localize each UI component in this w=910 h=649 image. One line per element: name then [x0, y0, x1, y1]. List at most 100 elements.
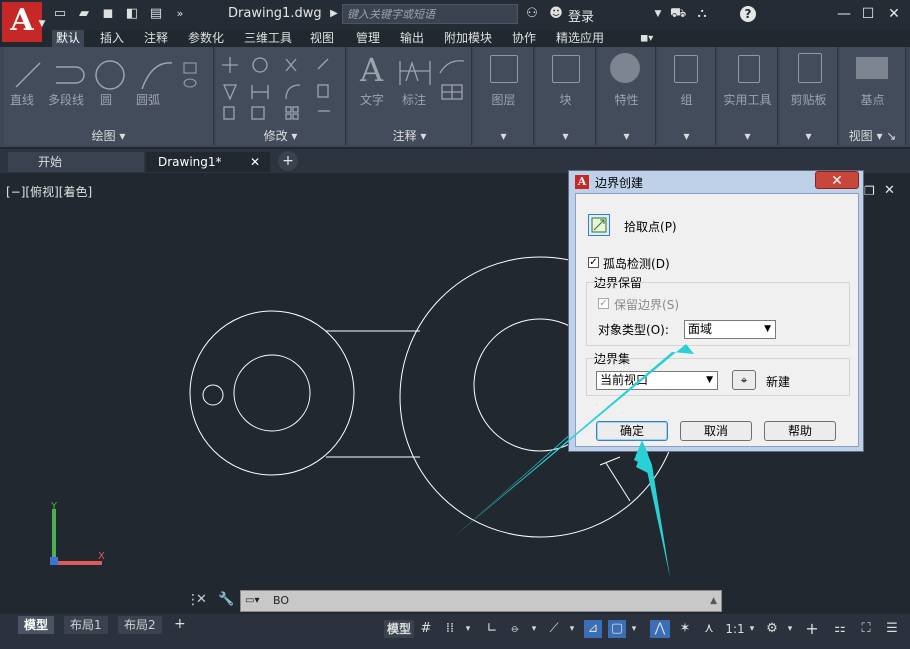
layers-panel[interactable]: 图层 ▾ — [474, 47, 534, 145]
tab-layout2[interactable]: 布局2 — [118, 616, 162, 634]
view-panel-title[interactable]: 视图 — [849, 129, 873, 143]
command-prompt-icon[interactable]: ▭▾ — [245, 591, 259, 611]
polar-arrow-icon[interactable]: ▾ — [528, 620, 540, 638]
dimension-tool[interactable]: 标注 — [402, 91, 426, 108]
close-window-icon[interactable]: ✕ — [884, 4, 904, 24]
dimension-tool-icon[interactable] — [398, 57, 432, 87]
tab-collaborate[interactable]: 协作 — [508, 30, 540, 47]
leader-table-icons[interactable] — [438, 55, 468, 115]
tab-output[interactable]: 输出 — [396, 30, 428, 47]
select-new-set-button[interactable]: ⌖ — [732, 370, 756, 390]
pick-points-label[interactable]: 拾取点 — [624, 220, 660, 234]
command-line[interactable]: ▭▾ BO ▲ — [240, 590, 722, 612]
tab-addins[interactable]: 附加模块 — [440, 30, 496, 47]
tab-insert[interactable]: 插入 — [96, 30, 128, 47]
help-icon[interactable]: ? — [740, 6, 756, 22]
tab-model[interactable]: 模型 — [18, 616, 55, 634]
scale-arrow-icon[interactable]: ▾ — [746, 620, 758, 638]
tab-3d-tools[interactable]: 三维工具 — [240, 30, 296, 47]
help-button[interactable]: 帮助 — [764, 421, 836, 441]
block-dropdown-icon[interactable]: ▾ — [536, 127, 595, 145]
annotation-panel-title[interactable]: 注释 — [393, 129, 417, 143]
tab-start[interactable]: 开始 — [8, 152, 144, 172]
tab-parametric[interactable]: 参数化 — [184, 30, 228, 47]
utilities-panel[interactable]: 实用工具 ▾ — [718, 47, 778, 145]
layers-dropdown-icon[interactable]: ▾ — [474, 127, 533, 145]
isodraft-icon[interactable]: ⟋ — [546, 620, 562, 638]
polyline-tool[interactable]: 多段线 — [48, 91, 84, 108]
object-type-select[interactable]: 面域 ▼ — [684, 320, 776, 339]
new-tab-icon[interactable]: + — [278, 151, 298, 171]
workspace-gear-icon[interactable]: ⚙ — [762, 620, 782, 638]
tab-drawing1[interactable]: Drawing1* ✕ — [146, 152, 270, 172]
grid-icon[interactable]: # — [418, 620, 434, 638]
login-arrow-icon[interactable]: ▼ — [650, 6, 666, 22]
snap-icon[interactable]: ⁞⁞ — [442, 620, 458, 638]
save-icon[interactable]: ◼ — [100, 6, 116, 22]
connect-icon[interactable]: ⛬ — [694, 6, 710, 22]
boundary-set-arrow-icon[interactable]: ▼ — [706, 372, 713, 389]
command-history-icon[interactable]: ▲ — [710, 591, 717, 611]
cancel-button[interactable]: 取消 — [680, 421, 752, 441]
save-as-icon[interactable]: ◧ — [124, 6, 140, 22]
tab-featured-apps[interactable]: 精选应用 — [552, 30, 608, 47]
minimize-icon[interactable]: — — [834, 4, 854, 24]
text-tool-icon[interactable]: A — [360, 51, 383, 89]
utilities-dropdown-icon[interactable]: ▾ — [718, 127, 777, 145]
annotation-scale-icon[interactable]: ⋏ — [700, 620, 718, 638]
properties-dropdown-icon[interactable]: ▾ — [598, 127, 655, 145]
group-dropdown-icon[interactable]: ▾ — [658, 127, 715, 145]
clipboard-panel[interactable]: 剪贴板 ▾ — [780, 47, 838, 145]
text-tool[interactable]: 文字 — [360, 91, 384, 108]
draw-panel-title[interactable]: 绘图 — [92, 129, 116, 143]
object-snap-icon[interactable]: ▢ — [608, 620, 626, 638]
view-panel[interactable]: 基点 视图 ▾ ↘ — [840, 47, 906, 145]
fullscreen-icon[interactable]: ⛶ — [856, 620, 876, 638]
new-file-icon[interactable]: ▭ — [52, 6, 68, 22]
command-input[interactable]: BO — [273, 591, 289, 611]
login-button[interactable]: 登录 — [568, 6, 594, 25]
object-type-arrow-icon[interactable]: ▼ — [764, 321, 771, 338]
user-icon[interactable]: ☻ — [548, 6, 564, 22]
more-tools-icon[interactable]: » — [172, 6, 188, 22]
tab-layout1[interactable]: 布局1 — [64, 616, 108, 634]
polar-icon[interactable]: ⦵ — [506, 620, 524, 638]
circle-tool[interactable]: 圆 — [100, 91, 112, 108]
cart-icon[interactable]: ⛟ — [670, 6, 686, 22]
block-panel[interactable]: 块 ▾ — [536, 47, 596, 145]
line-tool[interactable]: 直线 — [10, 91, 34, 108]
tab-annotate[interactable]: 注释 — [140, 30, 172, 47]
object-snap-tracking-icon[interactable]: ⊿ — [584, 620, 602, 638]
model-space-button[interactable]: 模型 — [384, 620, 414, 638]
scale-value[interactable]: 1:1 — [724, 620, 746, 638]
tab-default[interactable]: 默认 — [52, 30, 85, 47]
annotation-visibility-icon[interactable]: ⋀ — [650, 620, 670, 638]
command-customize-icon[interactable]: 🔧 — [218, 592, 234, 607]
island-detection-label[interactable]: 孤岛检测 — [603, 257, 651, 271]
new-set-label[interactable]: 新建 — [766, 373, 790, 390]
search-input[interactable]: 键入关键字或短语 — [342, 4, 518, 24]
group-panel[interactable]: 组 ▾ — [658, 47, 716, 145]
add-layout-icon[interactable]: + — [174, 616, 186, 632]
island-detection-checkbox[interactable]: ✓ — [588, 257, 599, 268]
boundary-set-select[interactable]: 当前视口 ▼ — [596, 371, 718, 390]
open-folder-icon[interactable]: ▰ — [76, 6, 92, 22]
clipboard-dropdown-icon[interactable]: ▾ — [780, 127, 837, 145]
maximize-icon[interactable]: ☐ — [858, 4, 878, 24]
arc-tool[interactable]: 圆弧 — [136, 91, 160, 108]
snap-arrow-icon[interactable]: ▾ — [462, 620, 474, 638]
isolate-objects-icon[interactable]: ⚏ — [830, 620, 850, 638]
isodraft-arrow-icon[interactable]: ▾ — [566, 620, 578, 638]
properties-panel[interactable]: 特性 ▾ — [598, 47, 656, 145]
dialog-close-button[interactable]: ✕ — [815, 171, 859, 189]
close-tab-icon[interactable]: ✕ — [250, 152, 260, 172]
plot-icon[interactable]: ▤ — [148, 6, 164, 22]
pick-points-button[interactable] — [588, 214, 610, 236]
command-close-icon[interactable]: ✕ — [196, 592, 207, 607]
auto-scale-icon[interactable]: ✶ — [676, 620, 694, 638]
workspace-arrow-icon[interactable]: ▾ — [784, 620, 796, 638]
binoculars-icon[interactable]: ⚇ — [524, 6, 540, 22]
tab-manage[interactable]: 管理 — [352, 30, 384, 47]
retain-boundaries-label[interactable]: 保留边界 — [614, 298, 662, 312]
tab-view[interactable]: 视图 — [306, 30, 338, 47]
